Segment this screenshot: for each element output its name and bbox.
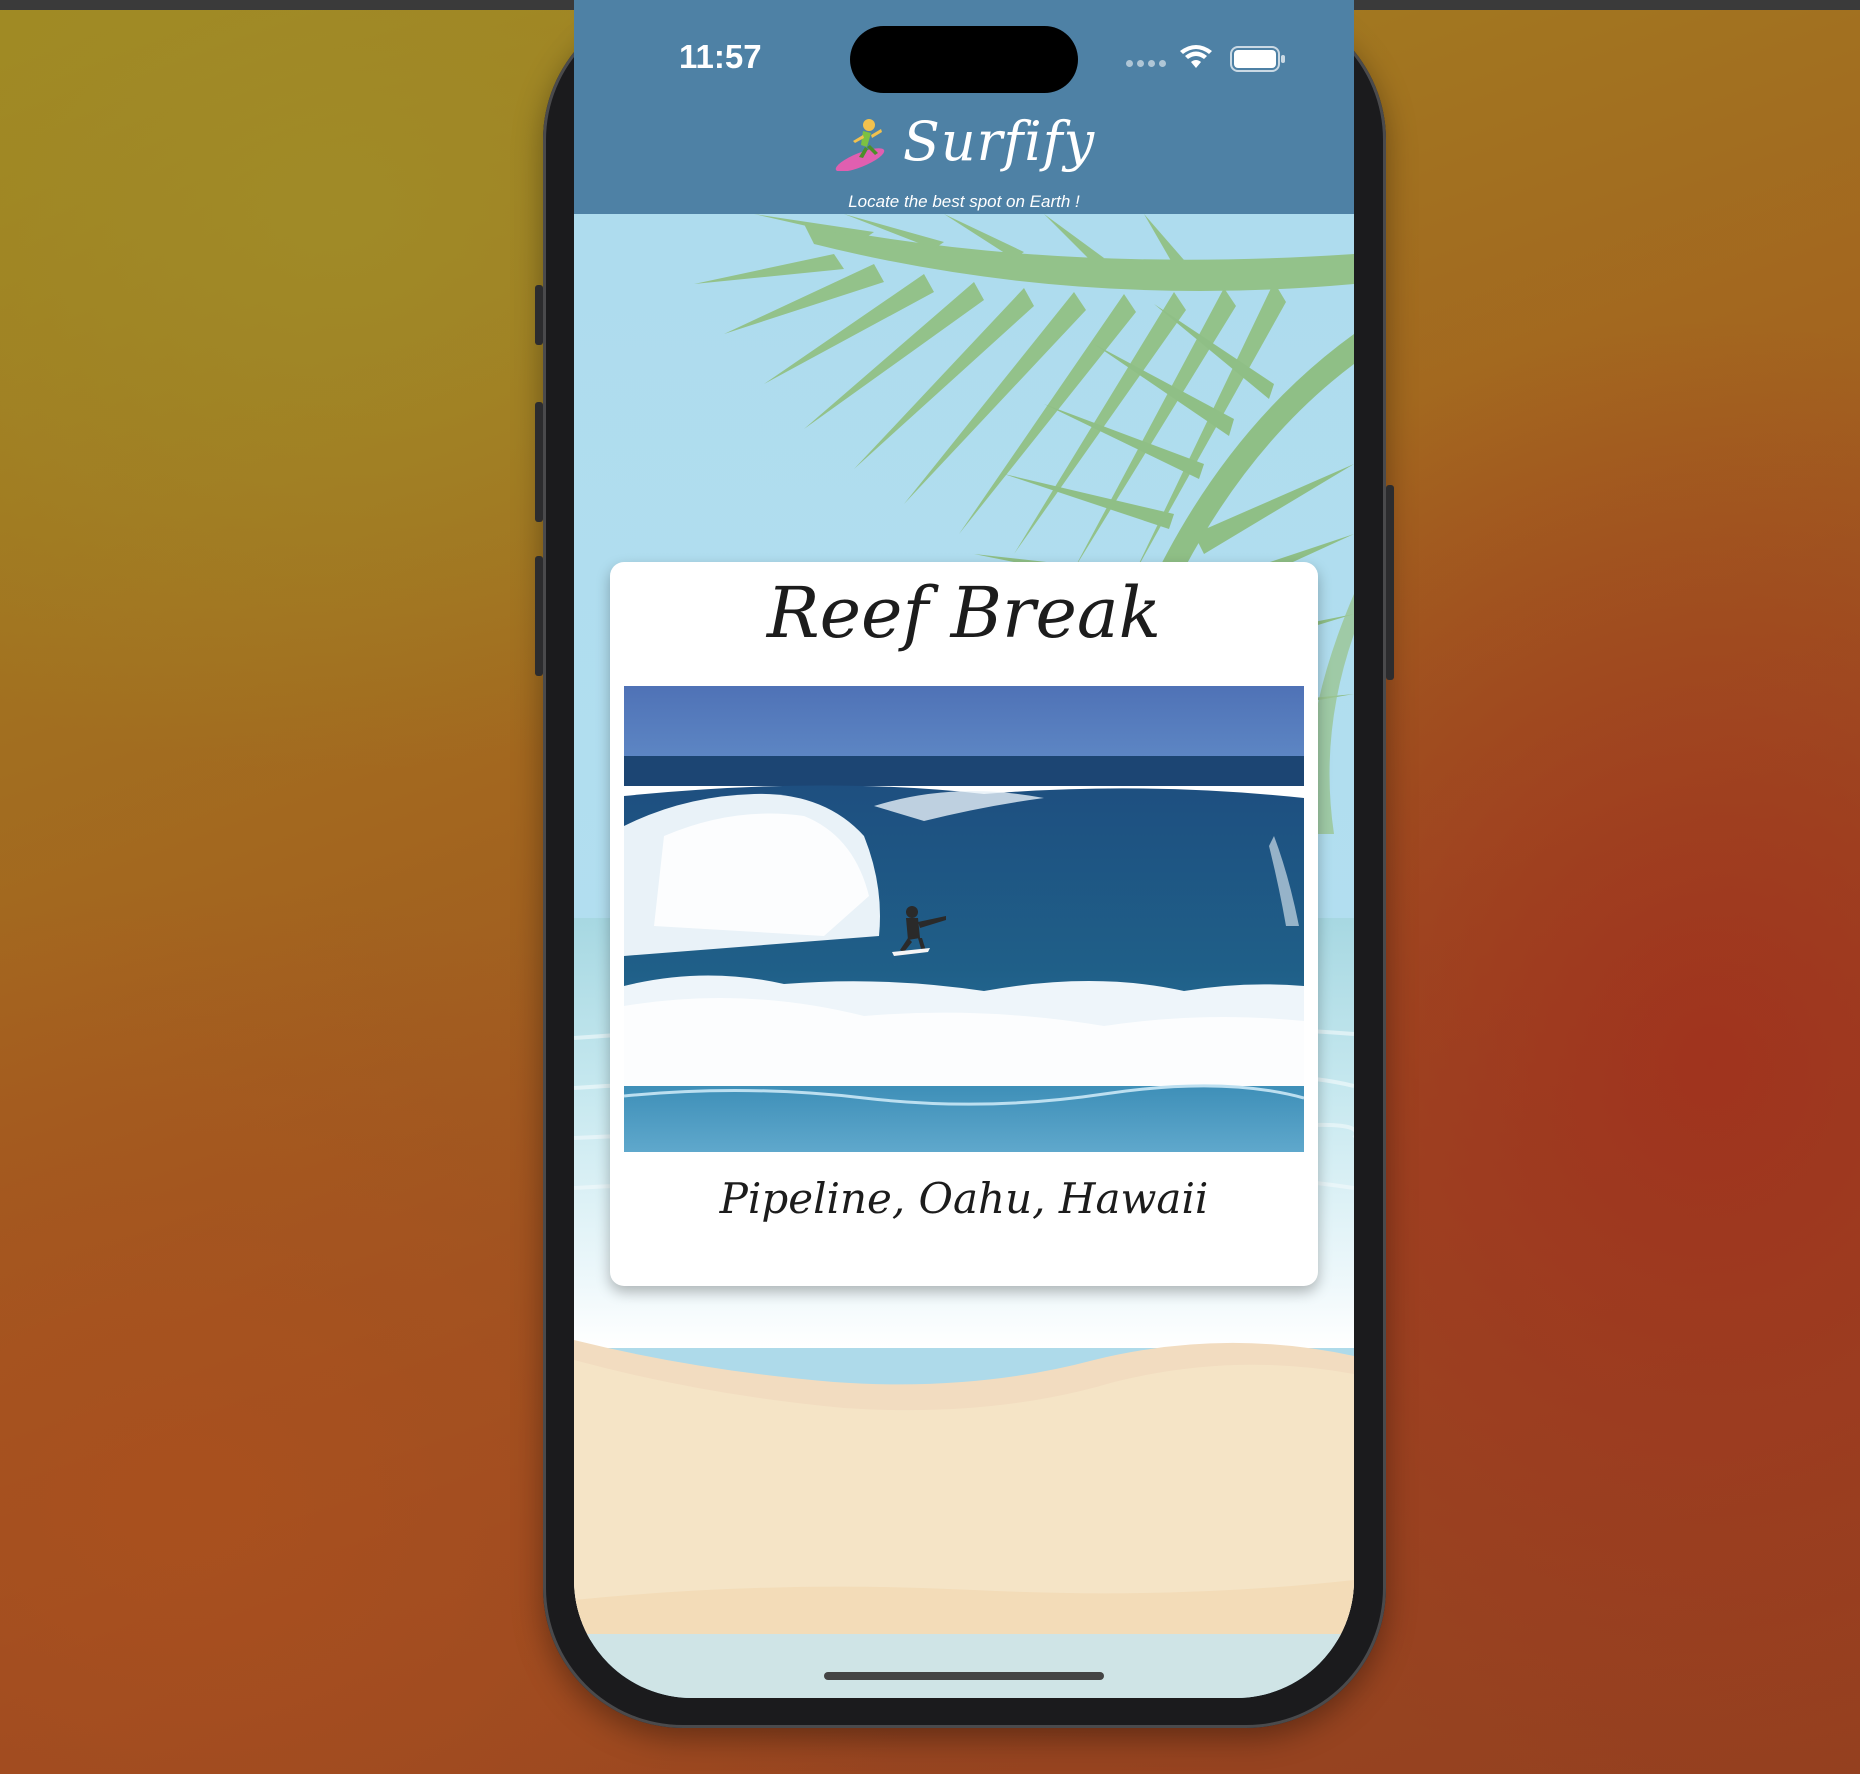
volume-down-button xyxy=(535,556,543,676)
volume-up-button xyxy=(535,402,543,522)
app-header: 11:57 Surfify Locate the best spot on Ea… xyxy=(574,0,1354,214)
surfer-emoji-icon xyxy=(835,118,885,171)
surf-photo xyxy=(624,686,1304,1152)
bottom-strip xyxy=(574,1634,1354,1698)
app-tagline: Locate the best spot on Earth ! xyxy=(848,192,1080,211)
phone-screen: 11:57 Surfify Locate the best spot on Ea… xyxy=(574,0,1354,1698)
power-button xyxy=(1386,485,1394,680)
app-brand: Surfify xyxy=(574,110,1354,176)
wifi-icon xyxy=(1180,45,1212,68)
status-time: 11:57 xyxy=(679,38,762,75)
home-indicator[interactable] xyxy=(824,1672,1104,1680)
spot-location: Pipeline, Oahu, Hawaii xyxy=(719,1174,1209,1223)
dynamic-island xyxy=(850,26,1078,93)
cellular-signal-icon xyxy=(1126,60,1166,67)
battery-icon xyxy=(1230,46,1285,72)
spot-card[interactable]: Reef Break Pipeline, Oahu, Hawaii xyxy=(610,562,1318,1286)
spot-type-title: Reef Break xyxy=(766,572,1162,654)
app-name: Surfify xyxy=(902,110,1096,173)
sand-decoration xyxy=(574,1340,1354,1640)
action-button xyxy=(535,285,543,345)
